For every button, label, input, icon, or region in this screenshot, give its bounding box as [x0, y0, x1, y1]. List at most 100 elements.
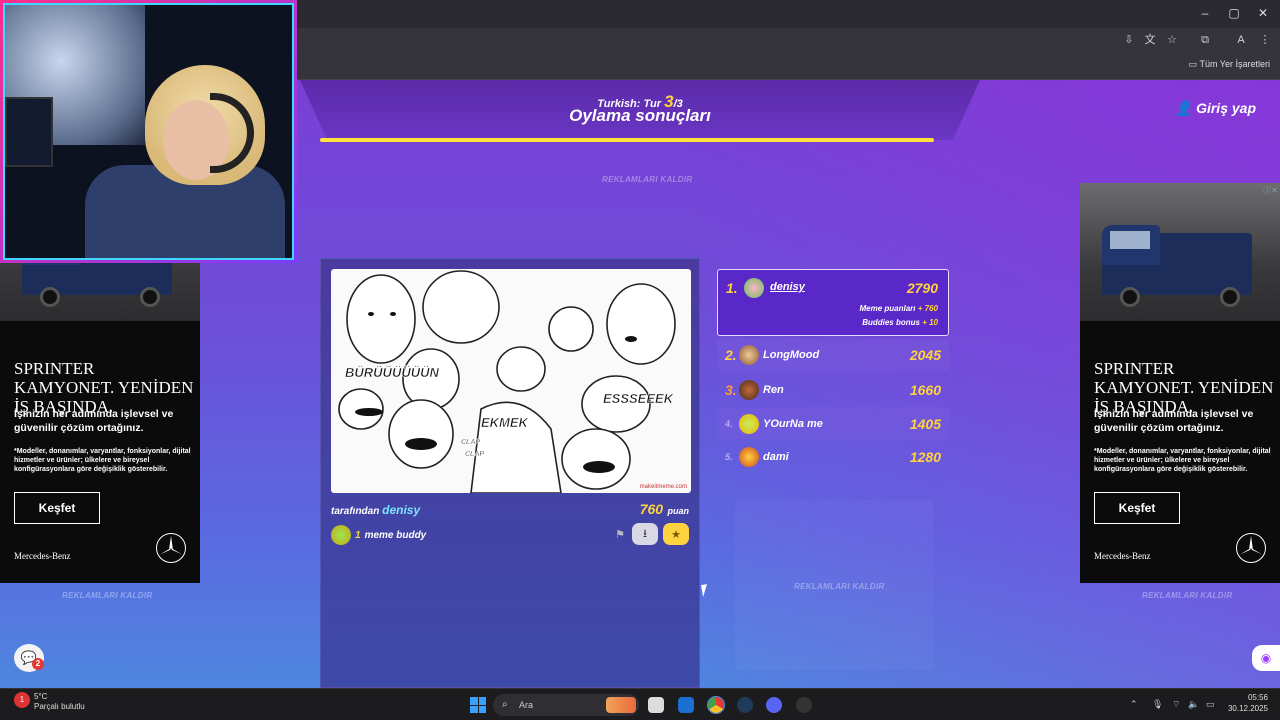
wifi-icon[interactable]: ⌔ — [1172, 699, 1180, 710]
volume-icon[interactable]: 🔈 — [1188, 699, 1199, 710]
meme-text-clap-2: CLAP — [465, 451, 485, 459]
chat-badge: 2 — [32, 658, 44, 670]
meme-points-detail: Meme puanları + 760 — [860, 304, 939, 313]
weather-temp: 5°C — [34, 692, 48, 701]
author-name[interactable]: denisy — [382, 503, 420, 517]
all-bookmarks-label: Tüm Yer İşaretleri — [1199, 59, 1270, 69]
webcam-monitor — [5, 97, 53, 167]
all-bookmarks-button[interactable]: ▭ Tüm Yer İşaretleri — [1189, 59, 1270, 70]
profile-icon[interactable]: A — [1234, 33, 1248, 47]
weather-desc: Parçalı bulutlu — [34, 702, 85, 711]
rank-3: 3. — [725, 382, 737, 398]
player-score: 1405 — [909, 416, 941, 432]
author-prefix: tarafından — [331, 506, 380, 517]
remove-ads-link-top[interactable]: REKLAMLARI KALDIR — [602, 175, 692, 184]
weather-widget[interactable]: 5°C Parçalı bulutlu — [34, 692, 85, 712]
van-wheel — [140, 287, 160, 307]
leaderboard-row-2: 2. LongMood 2045 — [717, 339, 949, 371]
obs-icon[interactable] — [796, 697, 812, 713]
user-icon: 👤 — [1174, 100, 1193, 116]
player-avatar — [739, 380, 759, 400]
battery-icon[interactable]: ▭ — [1206, 699, 1215, 710]
remove-ads-link-left[interactable]: REKLAMLARI KALDIR — [62, 591, 152, 600]
save-meme-button[interactable]: ⭳ — [632, 523, 658, 545]
player-avatar — [739, 345, 759, 365]
remove-ads-link-right[interactable]: REKLAMLARI KALDIR — [1142, 591, 1232, 600]
buddy-avatar — [331, 525, 351, 545]
install-icon[interactable]: ⇩ — [1122, 33, 1136, 47]
player-name[interactable]: Ren — [763, 384, 910, 396]
player-name[interactable]: LongMood — [763, 349, 910, 361]
meme-points-detail-label: Meme puanları — [859, 304, 916, 313]
player-avatar — [739, 414, 759, 434]
login-button[interactable]: 👤 Giriş yap — [1175, 100, 1256, 117]
meme-points-detail-value: + 760 — [917, 304, 938, 313]
megaphone-icon: ◉ — [1260, 651, 1272, 665]
login-label: Giriş yap — [1196, 100, 1256, 116]
webcam-overlay — [0, 0, 297, 263]
player-name[interactable]: YOurNa me — [763, 418, 910, 430]
ad-subline: İşinizin her adımında işlevsel ve güveni… — [14, 408, 174, 434]
buddies-bonus-value: + 10 — [922, 318, 938, 327]
weather-icon[interactable]: 1 — [14, 692, 30, 708]
clock-time: 05:56 — [1247, 693, 1268, 702]
player-score: 1280 — [909, 449, 941, 465]
meme-drawing — [338, 270, 676, 493]
author-line: tarafından denisy — [331, 503, 420, 517]
steam-icon[interactable] — [737, 697, 753, 713]
store-icon[interactable] — [678, 697, 694, 713]
meme-credit: makeitmeme.com — [639, 484, 687, 490]
minimize-icon[interactable]: – — [1190, 6, 1220, 20]
taskbar-clock[interactable]: 05:56 30.12.2025 — [1228, 692, 1268, 714]
mouse-cursor — [701, 583, 715, 597]
ad-cta-button[interactable]: Keşfet — [14, 492, 100, 524]
player-score: 2790 — [906, 280, 938, 296]
folder-icon: ▭ — [1188, 59, 1198, 69]
flag-icon[interactable]: ⚑ — [607, 523, 633, 545]
rank-5: 5. — [725, 452, 733, 462]
meme-points-unit: puan — [667, 506, 690, 516]
start-button[interactable] — [470, 697, 486, 713]
file-explorer-icon[interactable] — [648, 697, 664, 713]
round-timer-bar — [320, 138, 935, 142]
tray-chevron-icon[interactable]: ⌃ — [1130, 699, 1138, 710]
discord-icon[interactable] — [766, 697, 782, 713]
windows-taskbar — [0, 688, 1280, 720]
player-avatar — [744, 278, 764, 298]
buddy-label: meme buddy — [364, 529, 427, 541]
chrome-icon[interactable] — [707, 696, 725, 714]
mercedes-star-icon — [1236, 533, 1266, 563]
menu-icon[interactable]: ⋮ — [1258, 33, 1272, 47]
side-panel-tab[interactable]: ◉ — [1252, 645, 1280, 671]
maximize-icon[interactable]: ▢ — [1219, 6, 1249, 20]
star-icon[interactable]: ☆ — [1165, 33, 1179, 47]
van-wheel — [1220, 287, 1240, 307]
meme-points-value: 760 — [639, 501, 664, 517]
download-icon: ⭳ — [643, 527, 647, 540]
leaderboard-row-3: 3. Ren 1660 — [717, 374, 949, 406]
remove-ads-link-middle[interactable]: REKLAMLARI KALDIR — [794, 582, 884, 591]
player-name[interactable]: denisy — [770, 281, 805, 293]
ad-photo — [1080, 183, 1280, 321]
ad-cta-button[interactable]: Keşfet — [1094, 492, 1180, 524]
close-icon[interactable]: ✕ — [1248, 6, 1278, 20]
mercedes-star-icon — [156, 533, 186, 563]
player-avatar — [739, 447, 759, 467]
rank-1: 1. — [726, 280, 738, 296]
meme-text-ekmek: EKMEK — [481, 415, 528, 431]
rank-2: 2. — [725, 347, 737, 363]
meme-text-clap-1: CLAP — [461, 439, 481, 447]
ad-right[interactable]: SPRINTER KAMYONET. YENİDEN İŞ BAŞINDA. İ… — [1080, 183, 1280, 583]
meme-image: BÜRÜÜÜÜÜÜN EKMEK ESSSEEEK CLAP CLAP make… — [331, 269, 691, 493]
search-highlight-icon[interactable] — [606, 697, 636, 713]
extensions-icon[interactable]: ⧉ — [1198, 33, 1212, 47]
react-button[interactable]: ★ — [663, 523, 689, 545]
ad-choices-icon[interactable]: ⓘ✕ — [1263, 185, 1278, 196]
player-name[interactable]: dami — [763, 451, 910, 463]
search-icon: ⌕ — [502, 699, 508, 710]
mic-icon[interactable]: 🎙 — [1152, 699, 1163, 710]
van-wheel — [40, 287, 60, 307]
meme-points: 760 puan — [640, 501, 689, 519]
van-wheel — [1120, 287, 1140, 307]
translate-icon[interactable]: 文 — [1143, 33, 1157, 47]
